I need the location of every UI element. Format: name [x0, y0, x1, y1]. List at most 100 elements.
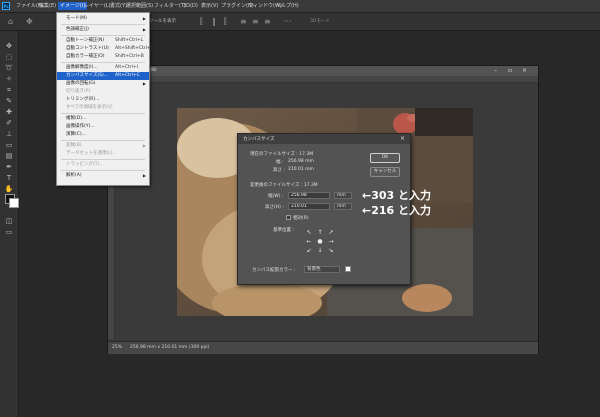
anchor-left-icon[interactable]: ←	[304, 237, 314, 246]
menu-item-label: 画像操作(Y)...	[66, 124, 95, 129]
menu-item-shortcut: Alt+Ctrl+C	[115, 73, 140, 78]
image-menu-item[interactable]: 自動コントラスト(U) Alt+Shift+Ctrl+L	[57, 45, 153, 53]
eraser-tool-icon[interactable]: ▭	[3, 140, 15, 150]
width-label: 幅(W) :	[268, 194, 284, 199]
document-size-info[interactable]: 256.98 mm x 210.01 mm (300 ppi)	[130, 342, 209, 354]
image-menu-item[interactable]: 色調補正(J) ▶	[57, 26, 149, 34]
submenu-arrow-icon: ▶	[142, 27, 146, 32]
current-width-label: 幅 :	[276, 160, 284, 165]
menu-item-label: 解析(A)	[66, 173, 82, 178]
menu-3d[interactable]: 3D(D)	[181, 2, 200, 10]
image-menu-item: トラッピング(T)...	[57, 161, 149, 169]
more-options-icon[interactable]: ···	[284, 13, 292, 30]
stamp-tool-icon[interactable]: ⊥	[3, 129, 15, 139]
image-menu-item[interactable]: 画像操作(Y)...	[57, 123, 149, 131]
height-label: 高さ(H) :	[265, 205, 284, 210]
menu-separator	[61, 24, 145, 25]
menu-item-label: カンバスサイズ(S)...	[66, 73, 109, 78]
move-tool-icon[interactable]: ✥	[3, 41, 15, 51]
marquee-tool-icon[interactable]: ⬚	[3, 52, 15, 62]
height-unit-select[interactable]: mm	[334, 203, 352, 210]
distribute-middle-icon[interactable]: ≡	[252, 13, 259, 30]
ok-button[interactable]: OK	[370, 153, 400, 163]
screen-mode-icon[interactable]: ▭	[3, 227, 15, 237]
anchor-bottom-left-icon[interactable]: ↙	[304, 246, 314, 255]
align-right-icon[interactable]: ⫿	[224, 13, 227, 30]
healing-brush-tool-icon[interactable]: ✚	[3, 107, 15, 117]
quick-mask-icon[interactable]: ◫	[3, 216, 15, 226]
anchor-grid[interactable]: ↖ ↑ ↗ ← ● → ↙ ↓ ↘	[304, 228, 336, 256]
menu-edit[interactable]: 編集(E)	[37, 2, 58, 10]
hand-tool-icon[interactable]: ✋	[3, 184, 15, 194]
restore-icon[interactable]: ▫	[508, 66, 512, 76]
home-icon[interactable]: ⌂	[8, 13, 13, 30]
width-instruction-note: ←303 と入力	[362, 189, 432, 202]
image-menu-item[interactable]: カンバスサイズ(S)... Alt+Ctrl+C	[57, 72, 149, 80]
dialog-close-icon[interactable]: ×	[400, 135, 405, 142]
menu-item-label: データセットを適用(L)...	[66, 151, 117, 156]
cancel-button[interactable]: キャンセル	[370, 167, 400, 177]
lasso-tool-icon[interactable]: ➰	[3, 63, 15, 73]
relative-checkbox[interactable]	[286, 215, 291, 220]
dialog-titlebar[interactable]: カンバスサイズ ×	[238, 134, 410, 144]
image-menu-item: 切り抜き(P)	[57, 88, 149, 96]
image-menu-item[interactable]: 演算(C)...	[57, 131, 149, 139]
distribute-bottom-icon[interactable]: ≡	[264, 13, 271, 30]
gradient-tool-icon[interactable]: ▤	[3, 151, 15, 161]
minimize-icon[interactable]: –	[494, 66, 497, 76]
menu-item-shortcut: Alt+Ctrl+I	[115, 65, 138, 70]
menu-view[interactable]: 表示(V)	[199, 2, 220, 10]
image-menu-dropdown: モード(M) ▶ 色調補正(J) ▶ 自動トーン補正(N) Shift+Ctrl+L 自動コ…	[56, 12, 153, 186]
brush-tool-icon[interactable]: ✐	[3, 118, 15, 128]
menu-select[interactable]: 選択範囲(S)	[124, 2, 155, 10]
eyedropper-tool-icon[interactable]: ✎	[3, 96, 15, 106]
anchor-top-left-icon[interactable]: ↖	[304, 228, 314, 237]
menu-item-label: 変数(B)	[66, 143, 82, 148]
magic-wand-tool-icon[interactable]: ✧	[3, 74, 15, 84]
width-input[interactable]: 256.98	[288, 192, 330, 199]
anchor-center-icon[interactable]: ●	[315, 237, 325, 246]
menu-item-label: 色調補正(J)	[66, 27, 89, 32]
submenu-arrow-icon: ▶	[142, 81, 146, 86]
menu-item-shortcut: Shift+Ctrl+B	[115, 54, 144, 59]
extension-color-select[interactable]: 背景色	[304, 266, 340, 273]
image-menu-item[interactable]: 複製(D)...	[57, 115, 149, 123]
document-status-bar: 25% 256.98 mm x 210.01 mm (300 ppi)	[108, 341, 538, 354]
align-left-icon[interactable]: ⫿	[200, 13, 203, 30]
image-menu-item[interactable]: 解析(A) ▶	[57, 172, 149, 180]
anchor-bottom-right-icon[interactable]: ↘	[326, 246, 336, 255]
image-menu-item[interactable]: 自動トーン補正(N) Shift+Ctrl+L	[57, 37, 149, 45]
zoom-level[interactable]: 25%	[112, 342, 122, 354]
image-menu-item[interactable]: 自動カラー補正(O) Shift+Ctrl+B	[57, 53, 149, 61]
distribute-top-icon[interactable]: ≡	[240, 13, 247, 30]
align-center-icon[interactable]: ‖	[212, 13, 216, 30]
move-icon[interactable]: ✥	[26, 13, 33, 30]
pen-tool-icon[interactable]: ✒	[3, 162, 15, 172]
menu-help[interactable]: ヘルプ(H)	[274, 2, 301, 10]
anchor-top-icon[interactable]: ↑	[315, 228, 325, 237]
image-menu-item[interactable]: 画像解像度(I)... Alt+Ctrl+I	[57, 64, 149, 72]
3d-mode-label: 3Dモード	[310, 19, 330, 24]
extension-color-label: カンバス拡張カラー :	[252, 268, 296, 273]
menu-item-label: トラッピング(T)...	[66, 162, 104, 167]
menu-separator	[61, 62, 145, 63]
image-menu-item[interactable]: モード(M) ▶	[57, 15, 149, 23]
anchor-top-right-icon[interactable]: ↗	[326, 228, 336, 237]
close-icon[interactable]: ×	[522, 66, 527, 76]
anchor-right-icon[interactable]: →	[326, 237, 336, 246]
height-input[interactable]: 210.01	[288, 203, 330, 210]
background-color-swatch[interactable]	[9, 198, 19, 208]
menu-item-label: 切り抜き(P)	[66, 89, 91, 94]
submenu-arrow-icon: ▶	[142, 16, 146, 21]
anchor-bottom-icon[interactable]: ↓	[315, 246, 325, 255]
extension-color-swatch[interactable]	[345, 266, 351, 272]
width-unit-select[interactable]: mm	[334, 192, 352, 199]
type-tool-icon[interactable]: T	[3, 173, 15, 183]
crop-tool-icon[interactable]: ⌗	[3, 85, 15, 95]
image-menu-item[interactable]: 画像の回転(G) ▶	[57, 80, 149, 88]
horizontal-ruler[interactable]	[108, 76, 538, 83]
menu-item-label: 画像の回転(G)	[66, 81, 96, 86]
document-tab[interactable]: ... @ 25% (RGB/8) – ▫ ×	[108, 66, 538, 76]
menu-separator	[61, 113, 145, 114]
image-menu-item[interactable]: トリミング(R)...	[57, 96, 149, 104]
